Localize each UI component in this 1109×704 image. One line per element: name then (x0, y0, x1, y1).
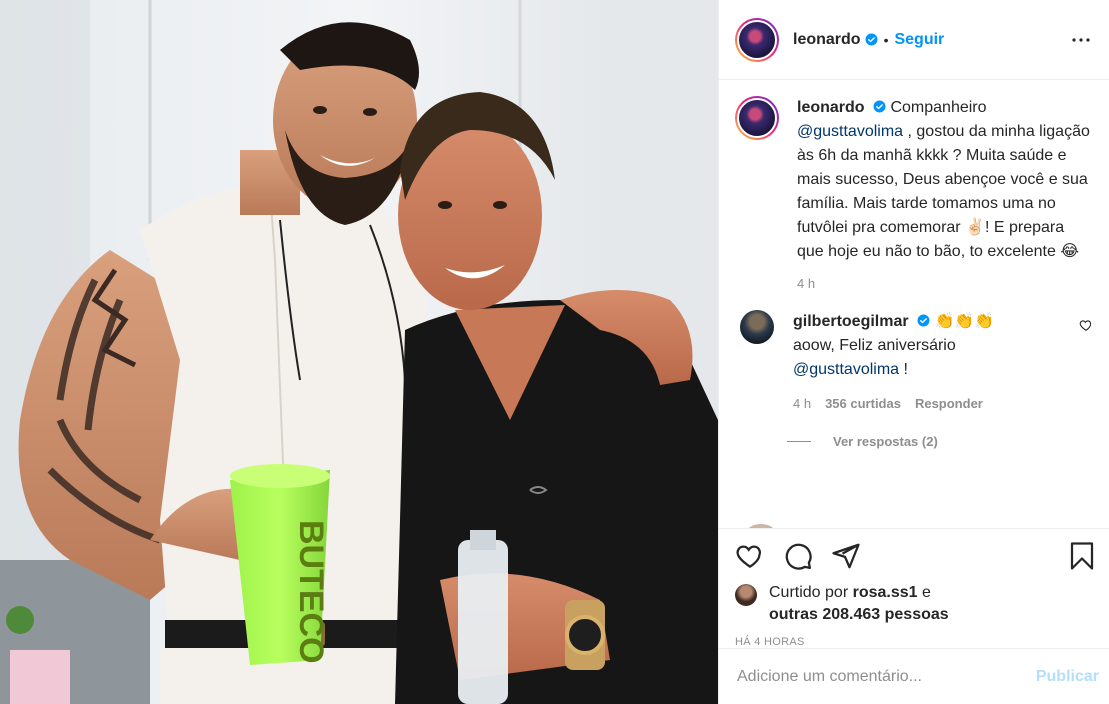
verified-icon (865, 33, 878, 46)
comment-suffix: ! (899, 361, 908, 378)
verified-icon (873, 100, 886, 113)
reply-button[interactable]: Responder (915, 396, 983, 412)
post-timestamp[interactable]: HÁ 4 HORAS (719, 626, 1109, 648)
publish-button[interactable]: Publicar (1036, 668, 1099, 686)
add-comment-bar: Publicar (719, 648, 1109, 704)
next-comment-avatar (747, 524, 775, 528)
liker-avatar[interactable] (735, 584, 757, 606)
comment-author[interactable]: gilbertoegilmar (793, 313, 909, 330)
comment-likes[interactable]: 356 curtidas (825, 396, 901, 412)
share-icon[interactable] (831, 541, 861, 571)
caption-text: leonardo Companheiro @gusttavolima , gos… (797, 96, 1093, 264)
comment-item: gilbertoegilmar 👏👏👏 aoow, Feliz aniversá… (735, 310, 1093, 412)
more-options-icon[interactable] (1069, 28, 1093, 52)
cup-label: BUTECO (292, 520, 330, 664)
post-modal: BUTECO leonardo • Seguir leonardo Compan… (0, 0, 1109, 704)
header-separator: • (883, 31, 889, 48)
liker-username[interactable]: rosa.ss1 (853, 584, 918, 601)
likes-prefix: Curtido por (769, 584, 853, 601)
heart-icon[interactable] (735, 541, 765, 571)
author-avatar[interactable] (735, 17, 779, 62)
comment-body: aoow, Feliz aniversário (793, 337, 956, 354)
caption: leonardo Companheiro @gusttavolima , gos… (735, 96, 1093, 292)
follow-button[interactable]: Seguir (894, 31, 944, 49)
comment-age: 4 h (793, 396, 812, 411)
likes-conj: e (917, 584, 931, 601)
view-replies-label: Ver respostas (2) (833, 434, 938, 449)
action-bar (719, 528, 1109, 582)
post-photo-illustration: BUTECO (0, 0, 718, 704)
caption-meta: 4 h (797, 276, 1093, 292)
comment-meta: 4 h 356 curtidas Responder (793, 396, 1079, 412)
post-sidebar: leonardo • Seguir leonardo Companheiro @… (718, 0, 1109, 704)
likes-summary: Curtido por rosa.ss1 e outras 208.463 pe… (719, 582, 1109, 626)
replies-divider (787, 441, 811, 442)
likes-others[interactable]: outras 208.463 pessoas (769, 606, 949, 623)
comment-text: gilbertoegilmar 👏👏👏 aoow, Feliz aniversá… (793, 310, 1079, 382)
caption-text-start: Companheiro (890, 99, 987, 116)
post-photo[interactable]: BUTECO (0, 0, 718, 704)
caption-age: 4 h (797, 276, 816, 291)
caption-mention[interactable]: @gusttavolima (797, 123, 903, 140)
comments-list[interactable]: leonardo Companheiro @gusttavolima , gos… (719, 80, 1109, 528)
caption-author[interactable]: leonardo (797, 99, 865, 116)
caption-text-rest: , gostou da minha ligação às 6h da manhã… (797, 123, 1090, 260)
view-replies-button[interactable]: Ver respostas (2) (787, 434, 1093, 449)
heart-small-icon[interactable] (1079, 318, 1093, 332)
comment-mention[interactable]: @gusttavolima (793, 361, 899, 378)
likes-text: Curtido por rosa.ss1 e outras 208.463 pe… (769, 582, 949, 626)
comment-icon[interactable] (783, 541, 813, 571)
caption-avatar[interactable] (735, 96, 779, 140)
commenter-avatar[interactable] (740, 310, 774, 344)
author-username[interactable]: leonardo (793, 31, 861, 49)
comment-emoji: 👏👏👏 (934, 313, 995, 330)
verified-icon (917, 314, 930, 327)
comment-input[interactable] (737, 667, 1036, 686)
bookmark-icon[interactable] (1067, 541, 1097, 571)
post-header: leonardo • Seguir (719, 0, 1109, 80)
